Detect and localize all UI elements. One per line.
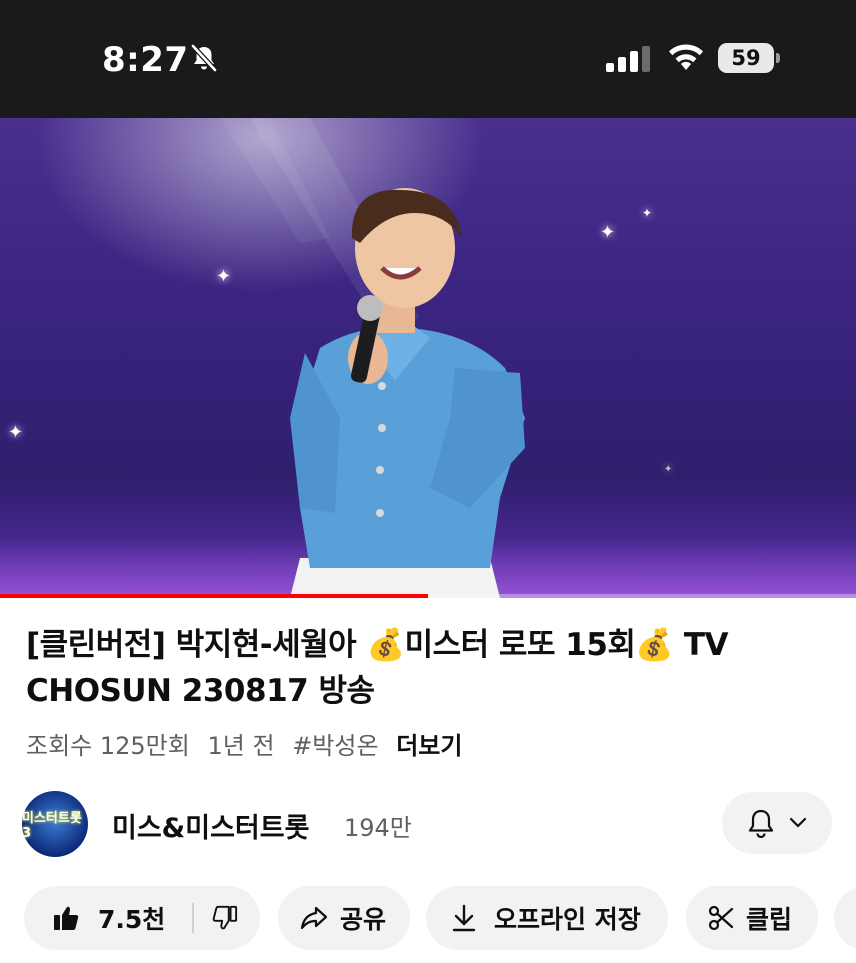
view-count: 조회수 125만회 (26, 732, 190, 760)
channel-avatar[interactable]: 미스터트롯3 (22, 791, 88, 857)
subscription-bell-button[interactable] (722, 792, 832, 854)
bell-icon (748, 809, 774, 838)
wifi-icon (669, 44, 703, 70)
battery-level: 59 (731, 46, 761, 70)
like-button[interactable]: 7.5천 (24, 900, 192, 936)
bell-slash-icon (191, 44, 217, 72)
video-frame-singer (220, 118, 525, 598)
subscriber-count: 194만 (344, 814, 412, 842)
status-time: 8:27 (102, 40, 189, 80)
video-meta[interactable]: 조회수 125만회 1년 전 #박성온 더보기 (26, 726, 472, 761)
battery-indicator: 59 (718, 43, 780, 73)
channel-avatar-logo: 미스터트롯3 (22, 811, 82, 841)
scissors-icon (708, 905, 734, 931)
share-button[interactable]: 공유 (278, 886, 410, 950)
like-count: 7.5천 (98, 905, 166, 934)
share-label: 공유 (340, 905, 387, 934)
chevron-down-icon (789, 817, 807, 828)
like-dislike-segment: 7.5천 (24, 886, 260, 950)
download-icon (452, 904, 476, 932)
video-title[interactable]: [클린버전] 박지현-세월아 💰미스터 로또 15회💰 TV CHOSUN 23… (26, 622, 826, 714)
more-button[interactable]: 더보기 (396, 732, 462, 760)
offline-save-label: 오프라인 저장 (494, 905, 641, 934)
clip-button[interactable]: 클립 (686, 886, 818, 950)
hashtag-link[interactable]: #박성온 (292, 732, 378, 760)
channel-name[interactable]: 미스&미스터트롯 (112, 806, 309, 845)
thumbs-down-icon (212, 905, 238, 930)
video-player[interactable]: ✦ ✦ ✦ ✦ ✦ (0, 118, 856, 598)
status-bar: 8:27 59 (0, 0, 856, 118)
thumbs-up-icon (54, 906, 79, 930)
cellular-signal-icon (606, 46, 650, 72)
clip-label: 클립 (746, 905, 793, 934)
upload-age: 1년 전 (207, 732, 275, 760)
share-icon (300, 906, 328, 930)
dislike-button[interactable] (194, 905, 238, 931)
offline-save-button[interactable]: 오프라인 저장 (426, 886, 668, 950)
